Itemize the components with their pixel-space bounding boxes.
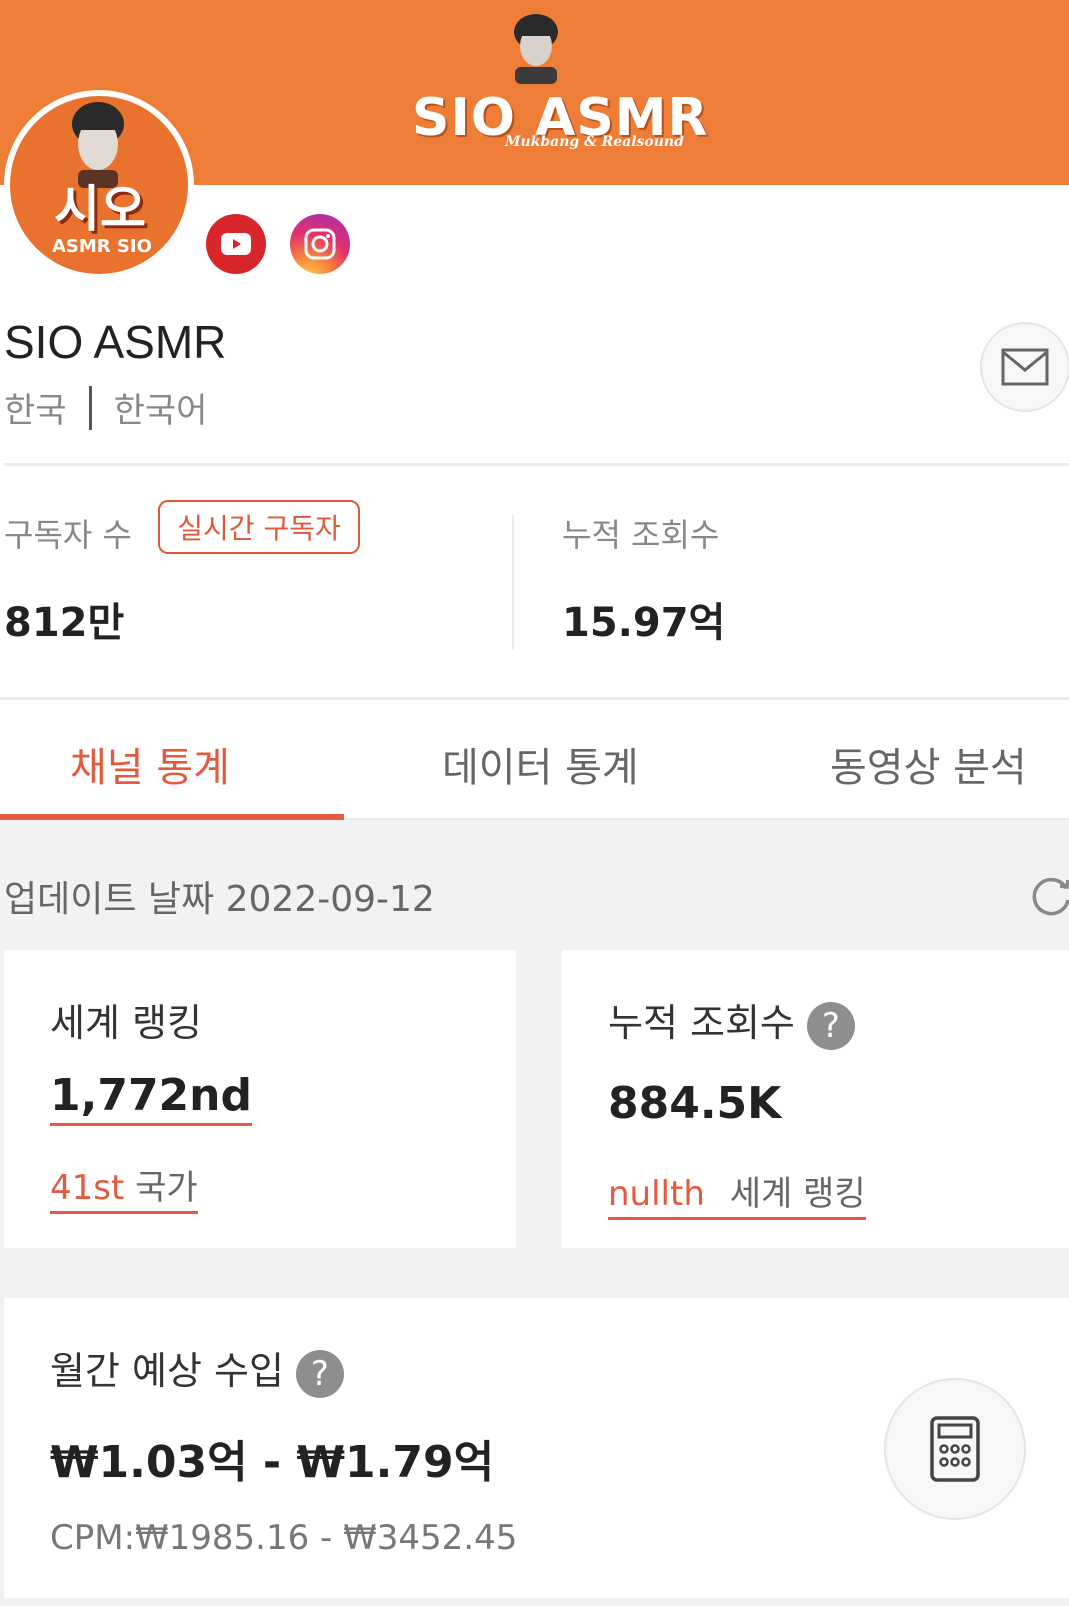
tab-channel-stats[interactable]: 채널 통계 bbox=[70, 735, 230, 793]
total-views-title: 누적 조회수 bbox=[608, 1001, 795, 1045]
subscribers-label: 구독자 수 bbox=[4, 516, 132, 554]
views-label: 누적 조회수 bbox=[562, 516, 720, 554]
calculator-icon bbox=[930, 1416, 980, 1482]
avatar-brand-subtext: ASMR SIO bbox=[52, 236, 152, 257]
views-ranking-link[interactable]: nullth 세계 랭킹 bbox=[608, 1166, 866, 1220]
country-ranking-link[interactable]: 41st 국가 bbox=[50, 1160, 198, 1214]
world-ranking-card: 세계 랭킹 1,772nd 41st 국가 bbox=[4, 950, 516, 1248]
views-rank: nullth bbox=[608, 1174, 705, 1214]
contact-mail-button[interactable] bbox=[980, 322, 1069, 412]
help-icon[interactable]: ? bbox=[295, 1349, 344, 1398]
monthly-income-value: ₩1.03억 - ₩1.79억 bbox=[50, 1437, 495, 1488]
country-rank: 41st bbox=[50, 1168, 125, 1208]
divider bbox=[4, 463, 1069, 466]
monthly-income-card: 월간 예상 수입? ₩1.03억 - ₩1.79억 CPM:₩1985.16 -… bbox=[4, 1298, 1069, 1598]
tab-video-analysis[interactable]: 동영상 분석 bbox=[830, 735, 1027, 793]
views-value: 15.97억 bbox=[562, 600, 726, 646]
total-views-value: 884.5K bbox=[608, 1078, 782, 1129]
total-views-title-row: 누적 조회수? bbox=[608, 992, 855, 1050]
monthly-income-title-row: 월간 예상 수입? bbox=[50, 1340, 344, 1398]
banner-subtitle: Mukbang & Realsound bbox=[505, 134, 684, 150]
youtube-icon bbox=[221, 233, 251, 255]
channel-name: SIO ASMR bbox=[4, 316, 227, 368]
country-rank-label: 국가 bbox=[135, 1168, 198, 1208]
avatar-portrait-icon bbox=[72, 102, 124, 188]
monthly-income-title: 월간 예상 수입 bbox=[50, 1349, 284, 1393]
calculator-button[interactable] bbox=[884, 1378, 1026, 1520]
stat-separator bbox=[512, 515, 514, 650]
realtime-subscribers-button[interactable]: 실시간 구독자 bbox=[158, 500, 360, 554]
instagram-icon bbox=[304, 228, 336, 260]
mail-icon bbox=[1001, 348, 1049, 386]
avatar-brand-text: 시오 bbox=[54, 180, 146, 238]
channel-avatar: 시오 ASMR SIO bbox=[4, 90, 194, 280]
banner-portrait-icon bbox=[514, 14, 558, 84]
world-ranking-title: 세계 랭킹 bbox=[50, 1001, 202, 1045]
help-icon[interactable]: ? bbox=[806, 1001, 855, 1050]
total-views-card: 누적 조회수? 884.5K nullth 세계 랭킹 bbox=[562, 950, 1069, 1248]
channel-country: 한국 bbox=[4, 391, 67, 431]
channel-meta: 한국 한국어 bbox=[4, 383, 207, 432]
divider bbox=[0, 697, 1069, 700]
cpm-value: CPM:₩1985.16 - ₩3452.45 bbox=[50, 1518, 518, 1558]
refresh-icon[interactable] bbox=[1030, 876, 1069, 918]
update-date: 업데이트 날짜 2022-09-12 bbox=[4, 879, 435, 920]
instagram-link[interactable] bbox=[290, 214, 350, 274]
views-rank-label: 세계 랭킹 bbox=[729, 1174, 866, 1214]
channel-language: 한국어 bbox=[113, 391, 208, 431]
meta-separator bbox=[88, 385, 92, 430]
youtube-link[interactable] bbox=[206, 214, 266, 274]
subscribers-value: 812만 bbox=[4, 600, 125, 646]
world-ranking-value[interactable]: 1,772nd bbox=[50, 1070, 252, 1126]
tab-data-stats[interactable]: 데이터 통계 bbox=[442, 735, 639, 793]
